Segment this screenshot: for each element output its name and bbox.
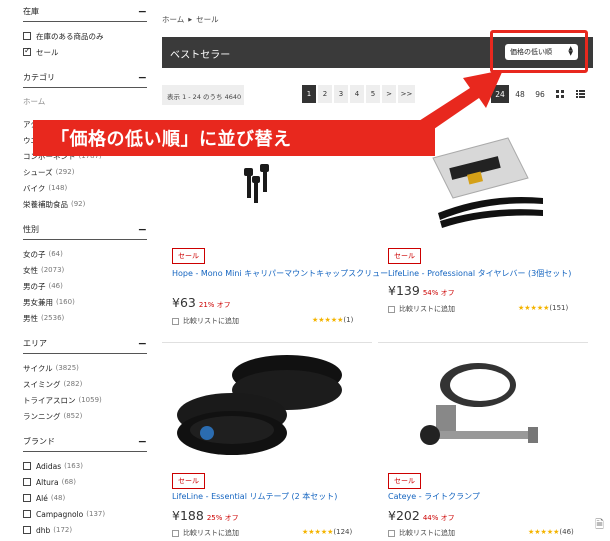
product-price: ¥139 54% オフ <box>388 283 455 298</box>
page-button[interactable]: 3 <box>334 85 348 103</box>
category-home[interactable]: ホーム <box>23 94 147 108</box>
area-item[interactable]: トライアスロン (1059) <box>23 392 147 408</box>
product-price: ¥202 44% オフ <box>388 508 455 523</box>
breadcrumb-current: セール <box>196 15 219 24</box>
product-image[interactable] <box>378 345 588 465</box>
gender-item[interactable]: 女性 (2073) <box>23 262 147 278</box>
per-page-selector: 24 48 96 <box>491 85 589 103</box>
star-rating: ★★★★★(124) <box>302 528 353 536</box>
breadcrumb-separator-icon: ▶ <box>188 16 193 23</box>
category-item[interactable]: バイク (148) <box>23 180 147 196</box>
compare-checkbox[interactable]: 比較リストに追加 <box>388 528 455 538</box>
page-button[interactable]: 2 <box>318 85 332 103</box>
star-rating: ★★★★★(1) <box>312 316 354 324</box>
collapse-icon[interactable]: − <box>138 338 147 349</box>
next-page-button[interactable]: > <box>382 85 396 103</box>
compare-checkbox[interactable]: 比較リストに追加 <box>172 528 239 538</box>
page-button[interactable]: 4 <box>350 85 364 103</box>
collapse-icon[interactable]: − <box>138 436 147 447</box>
compare-checkbox[interactable]: 比較リストに追加 <box>172 316 239 326</box>
area-item[interactable]: スイミング (282) <box>23 376 147 392</box>
sale-badge: セール <box>172 248 205 264</box>
gender-item[interactable]: 男の子 (46) <box>23 278 147 294</box>
filter-area: エリア − サイクル (3825) スイミング (282) トライアスロン (1059… <box>23 338 147 424</box>
page-button[interactable]: 1 <box>302 85 316 103</box>
collapse-icon[interactable]: − <box>138 6 147 17</box>
discount-label: 21% オフ <box>198 301 231 309</box>
grid-view-icon[interactable] <box>551 85 569 103</box>
sale-badge: セール <box>172 473 205 489</box>
category-item[interactable]: シューズ (292) <box>23 164 147 180</box>
results-count: 表示 1 - 24 のうち 4640 <box>162 85 244 105</box>
product-card[interactable]: セール LifeLine - Essential リムテープ (2 本セット) … <box>162 345 372 541</box>
filter-heading-area[interactable]: エリア − <box>23 338 147 354</box>
checkbox[interactable] <box>23 32 31 40</box>
collapse-icon[interactable]: − <box>138 72 147 83</box>
breadcrumb-home[interactable]: ホーム <box>162 14 184 25</box>
filter-heading-stock[interactable]: 在庫 − <box>23 6 147 22</box>
product-name[interactable]: Hope - Mono Mini キャリパーマウントキャップスクリュー <box>172 268 388 279</box>
last-page-button[interactable]: >> <box>398 85 415 103</box>
star-rating: ★★★★★(151) <box>518 304 569 312</box>
product-image[interactable] <box>162 345 372 465</box>
discount-label: 44% オフ <box>422 514 455 522</box>
filter-heading-category[interactable]: カテゴリ − <box>23 72 147 88</box>
divider <box>162 342 372 343</box>
document-icon[interactable]: 🗎 <box>595 516 604 535</box>
filter-gender: 性別 − 女の子 (64) 女性 (2073) 男の子 (46) 男女兼用 (160) … <box>23 224 147 326</box>
breadcrumb: ホーム ▶ セール <box>162 14 219 25</box>
filter-stock: 在庫 − 在庫のある商品のみ セール <box>23 6 147 60</box>
area-item[interactable]: サイクル (3825) <box>23 360 147 376</box>
checkbox[interactable] <box>23 526 31 534</box>
main-content: ホーム ▶ セール ベストセラー 価格の低い順 ▲ ▼ 表示 1 - 24 のうち… <box>162 0 593 541</box>
per-page-option[interactable]: 96 <box>531 85 549 103</box>
product-name[interactable]: LifeLine - Professional タイヤレバー (3個セット) <box>388 268 571 279</box>
checkbox[interactable] <box>23 510 31 518</box>
collapse-icon[interactable]: − <box>138 224 147 235</box>
discount-label: 54% オフ <box>422 289 455 297</box>
checkbox[interactable] <box>23 494 31 502</box>
brand-item[interactable]: Adidas (163) <box>23 458 147 474</box>
category-item[interactable]: 栄養補助食品 (92) <box>23 196 147 212</box>
brand-item[interactable]: dhb (172) <box>23 522 147 538</box>
area-item[interactable]: ランニング (852) <box>23 408 147 424</box>
compare-checkbox[interactable]: 比較リストに追加 <box>388 304 455 314</box>
discount-label: 25% オフ <box>206 514 239 522</box>
brand-item[interactable]: Alé (48) <box>23 490 147 506</box>
product-card[interactable]: セール Cateye - ライトクランプ ¥202 44% オフ 比較リストに追加… <box>378 345 588 541</box>
gender-item[interactable]: 女の子 (64) <box>23 246 147 262</box>
brand-item[interactable]: Altura (68) <box>23 474 147 490</box>
checkbox-checked[interactable] <box>23 46 31 56</box>
highlight-box <box>490 30 588 73</box>
annotation-callout: 「価格の低い順」に並び替え <box>33 120 435 156</box>
list-view-icon[interactable] <box>571 85 589 103</box>
star-rating: ★★★★★(46) <box>528 528 574 536</box>
gender-item[interactable]: 男女兼用 (160) <box>23 294 147 310</box>
sale-badge: セール <box>388 473 421 489</box>
filter-heading-gender[interactable]: 性別 − <box>23 224 147 240</box>
filter-sidebar: 在庫 − 在庫のある商品のみ セール カテゴリ − ホーム アクセサリー ウエア… <box>0 0 155 541</box>
checkbox[interactable] <box>23 478 31 486</box>
sale-badge: セール <box>388 248 421 264</box>
page-title: ベストセラー <box>170 50 231 61</box>
product-price: ¥188 25% オフ <box>172 508 239 523</box>
filter-option-sale[interactable]: セール <box>23 44 147 60</box>
per-page-option[interactable]: 24 <box>491 85 509 103</box>
filter-option-in-stock[interactable]: 在庫のある商品のみ <box>23 28 147 44</box>
product-name[interactable]: LifeLine - Essential リムテープ (2 本セット) <box>172 491 337 502</box>
brand-item[interactable]: Campagnolo (137) <box>23 506 147 522</box>
gender-item[interactable]: 男性 (2536) <box>23 310 147 326</box>
product-price: ¥63 21% オフ <box>172 295 231 310</box>
filter-brand: ブランド − Adidas (163) Altura (68) Alé (48) Ca… <box>23 436 147 538</box>
divider <box>378 342 588 343</box>
product-name[interactable]: Cateye - ライトクランプ <box>388 491 480 502</box>
page-button[interactable]: 5 <box>366 85 380 103</box>
checkbox[interactable] <box>23 462 31 470</box>
pagination: 1 2 3 4 5 > >> <box>302 85 415 103</box>
filter-heading-brand[interactable]: ブランド − <box>23 436 147 452</box>
per-page-option[interactable]: 48 <box>511 85 529 103</box>
